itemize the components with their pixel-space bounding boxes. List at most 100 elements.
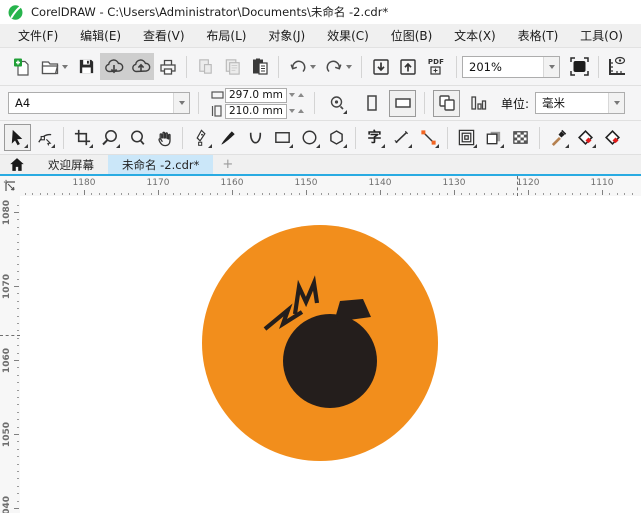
page-size-dropdown[interactable] <box>173 93 189 113</box>
undo-button[interactable] <box>284 53 320 80</box>
zoom-level-value[interactable]: 201% <box>463 60 543 74</box>
show-rulers-button[interactable] <box>604 53 631 80</box>
page-size-combobox[interactable]: A4 <box>8 92 190 114</box>
portrait-orientation-button[interactable] <box>358 90 385 117</box>
page-size-value[interactable]: A4 <box>9 96 173 110</box>
zoom-out-tool[interactable] <box>123 124 150 151</box>
units-dropdown[interactable] <box>608 93 625 113</box>
toolbar-separator <box>456 55 457 78</box>
save-floppy-icon <box>79 59 94 74</box>
zoom-level-combobox[interactable]: 201% <box>462 55 560 78</box>
vertical-ruler[interactable]: 1080 1070 1060 1050 1040 <box>0 196 20 513</box>
paste-button[interactable] <box>246 53 273 80</box>
menu-effects[interactable]: 效果(C) <box>323 25 373 46</box>
menu-table[interactable]: 表格(T) <box>514 25 563 46</box>
fill-diamond-partial-icon <box>604 129 620 145</box>
redo-button[interactable] <box>320 53 356 80</box>
menu-tools[interactable]: 工具(O) <box>576 25 627 46</box>
ruler-origin-corner[interactable] <box>0 176 20 196</box>
property-bar: A4 297.0 mm 210.0 mm 单位: 毫米 <box>0 86 641 121</box>
import-button[interactable] <box>367 53 394 80</box>
all-pages-button[interactable] <box>433 89 460 117</box>
redo-dropdown-caret[interactable] <box>346 64 352 69</box>
tab-document[interactable]: 未命名 -2.cdr* <box>108 155 214 174</box>
menu-layout[interactable]: 布局(L) <box>202 25 250 46</box>
autofit-page-button[interactable] <box>323 90 350 117</box>
new-document-button[interactable] <box>8 53 35 80</box>
smart-fill-tool[interactable] <box>599 124 626 151</box>
open-button[interactable] <box>35 53 73 80</box>
page-height-input[interactable]: 210.0 mm <box>225 103 287 119</box>
coreldraw-logo-icon <box>8 4 23 20</box>
copy-icon <box>225 59 240 75</box>
paste-icon <box>252 58 268 75</box>
horizontal-ruler[interactable]: 1180 1170 1160 1150 1140 1130 1120 1110 <box>20 176 641 196</box>
toolbox-separator <box>355 126 356 149</box>
coreldraw-window: CorelDRAW - C:\Users\Administrator\Docum… <box>0 0 641 513</box>
dimension-tool[interactable] <box>388 124 415 151</box>
connector-tool[interactable] <box>415 124 442 151</box>
polygon-tool[interactable] <box>323 124 350 151</box>
toolbox-separator <box>539 126 540 149</box>
ruler-eye-icon <box>609 56 626 75</box>
menu-text[interactable]: 文本(X) <box>450 25 500 46</box>
pen-tool[interactable] <box>188 124 215 151</box>
new-tab-button[interactable]: + <box>213 155 242 174</box>
color-eyedropper-tool[interactable] <box>545 124 572 151</box>
page-height-spinner[interactable] <box>289 109 304 113</box>
page-height-icon <box>209 105 225 117</box>
undo-dropdown-caret[interactable] <box>310 64 316 69</box>
pan-tool[interactable] <box>150 124 177 151</box>
publish-to-pdf-button[interactable]: PDF <box>421 53 451 80</box>
interactive-fill-tool[interactable] <box>572 124 599 151</box>
page-width-spinner[interactable] <box>289 93 304 97</box>
fullscreen-preview-button[interactable] <box>566 53 593 80</box>
text-tool[interactable]: 字 <box>361 124 388 151</box>
transparency-tool[interactable] <box>507 124 534 151</box>
hand-icon <box>157 131 171 146</box>
save-button[interactable] <box>73 53 100 80</box>
pick-tool[interactable] <box>4 124 31 151</box>
drop-shadow-tool[interactable] <box>480 124 507 151</box>
menu-object[interactable]: 对象(J) <box>264 25 309 46</box>
open-folder-icon <box>41 60 59 74</box>
drawing-canvas[interactable] <box>20 196 641 513</box>
copy-button <box>219 53 246 80</box>
home-icon <box>10 158 24 171</box>
magnifier-icon <box>130 130 144 145</box>
b-spline-tool[interactable] <box>242 124 269 151</box>
artistic-media-tool[interactable] <box>215 124 242 151</box>
contour-tool[interactable] <box>453 124 480 151</box>
open-from-cloud-button[interactable] <box>127 53 154 80</box>
open-dropdown-caret[interactable] <box>62 64 68 69</box>
units-combobox[interactable]: 毫米 <box>535 92 626 114</box>
menu-bar: 文件(F) 编辑(E) 查看(V) 布局(L) 对象(J) 效果(C) 位图(B… <box>0 24 641 48</box>
units-value[interactable]: 毫米 <box>536 95 608 111</box>
text-tool-glyph: 字 <box>367 129 382 146</box>
redo-icon <box>326 60 342 72</box>
menu-bitmaps[interactable]: 位图(B) <box>387 25 437 46</box>
page-width-icon <box>209 90 225 100</box>
shape-tool[interactable] <box>31 124 58 151</box>
page-width-input[interactable]: 297.0 mm <box>225 87 287 103</box>
menu-edit[interactable]: 编辑(E) <box>76 25 125 46</box>
crop-tool[interactable] <box>69 124 96 151</box>
export-button[interactable] <box>394 53 421 80</box>
import-icon <box>372 58 389 75</box>
welcome-tab-label: 欢迎屏幕 <box>48 157 94 172</box>
fullscreen-preview-icon <box>570 57 589 76</box>
rectangle-tool[interactable] <box>269 124 296 151</box>
home-tab[interactable] <box>0 155 34 174</box>
print-button[interactable] <box>154 53 181 80</box>
current-page-button[interactable] <box>464 90 491 117</box>
tab-welcome-screen[interactable]: 欢迎屏幕 <box>34 155 108 174</box>
ellipse-tool[interactable] <box>296 124 323 151</box>
menu-view[interactable]: 查看(V) <box>139 25 189 46</box>
landscape-orientation-button[interactable] <box>389 89 416 117</box>
save-to-cloud-button[interactable] <box>100 53 127 80</box>
zoom-level-dropdown[interactable] <box>543 56 559 77</box>
cloud-upload-icon <box>131 58 150 72</box>
page-dimensions: 297.0 mm 210.0 mm <box>209 87 304 119</box>
zoom-tool[interactable] <box>96 124 123 151</box>
menu-file[interactable]: 文件(F) <box>14 25 62 46</box>
